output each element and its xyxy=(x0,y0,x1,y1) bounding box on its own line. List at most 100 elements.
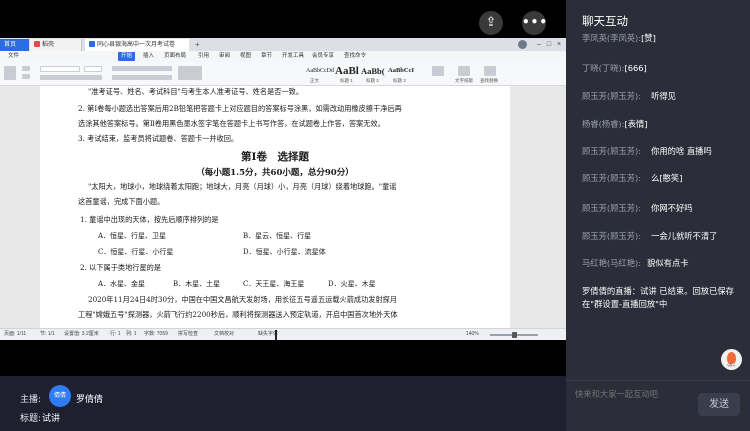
wps-menu-reference: 引用 xyxy=(198,53,210,59)
wps-ribbon: AaBbCcDd 正文 AaBl 标题 1 AaBb( 标题 2 AaBbCcI… xyxy=(0,62,566,86)
maximize-icon: □ xyxy=(546,41,552,48)
wps-user-avatar xyxy=(518,40,527,49)
font-format-icons xyxy=(40,75,102,80)
q1-option-b: B．星云、恒星、行星 xyxy=(243,232,312,240)
chat-divider xyxy=(566,380,750,381)
doc-line: "准考证号、姓名、考试科目"与考生本人准考证号、姓名是否一致。 xyxy=(88,87,304,96)
chat-sender: 顾玉芳(顾玉芳): xyxy=(582,203,642,213)
status-col: 列: 1 xyxy=(126,331,137,337)
chat-sender: 顾玉芳(顾玉芳): xyxy=(582,146,642,156)
font-family-select xyxy=(40,66,80,72)
chat-text: 貌似有点卡 xyxy=(647,258,689,268)
wps-tab-label: 稻壳 xyxy=(42,42,55,48)
wps-menu-search: 查找命令 xyxy=(344,53,367,59)
style-h1-sample: AaBl xyxy=(335,65,359,77)
send-button[interactable]: 发送 xyxy=(698,393,740,416)
status-position: 设置值: 3.2厘米 xyxy=(64,331,99,337)
chat-message: 丁晓(丁晓):[666] xyxy=(582,62,748,75)
chat-input[interactable] xyxy=(575,388,685,400)
chat-message: 顾玉芳(顾玉芳): 听得见 xyxy=(582,90,748,103)
wps-tab-document: 同心县银海高中一次月考试卷 xyxy=(85,39,189,51)
copy-icon xyxy=(22,74,30,79)
q2-option-c: C．天王星、海王星 xyxy=(243,280,305,288)
text-layout-label: 文字排版 xyxy=(455,78,473,83)
paste-icon xyxy=(4,66,16,80)
status-words: 字数: 7059 xyxy=(144,331,168,337)
cut-icon xyxy=(22,66,30,71)
wps-tab-docer: 稻壳 xyxy=(30,39,82,51)
like-count: 99+ xyxy=(727,363,736,368)
chat-message: 顾玉芳(顾玉芳): 么[憨笑] xyxy=(582,172,748,185)
wps-window-controls: – □ × xyxy=(534,38,564,51)
font-size-select xyxy=(84,66,102,72)
doc-line: 2020年11月24日4时30分，中国在中国文昌航天发射场，用长征五号遥五运载火… xyxy=(88,295,398,304)
chat-message: 顾玉芳(顾玉芳): 一会儿就听不清了 xyxy=(582,230,748,243)
wps-tab-label: 同心县银海高中一次月考试卷 xyxy=(97,42,176,48)
style-h3-sample: AaBbCcI xyxy=(388,67,415,74)
question-1: 1. 童谣中出现的天体，按先后顺序排列的是 xyxy=(80,215,219,224)
chat-message: 马红艳(马红艳): 貌似有点卡 xyxy=(582,257,748,270)
text-layout-icon xyxy=(458,66,470,76)
q2-option-a: A．水星、金星 xyxy=(98,280,146,288)
document-page: "准考证号、姓名、考试科目"与考生本人准考证号、姓名是否一致。 2. 第Ⅰ卷每小… xyxy=(40,86,510,328)
word-doc-icon xyxy=(89,41,95,47)
q2-option-b: B．木星、土星 xyxy=(173,280,221,288)
style-h2-sample: AaBb( xyxy=(361,66,385,76)
wps-menu-file: 文件 xyxy=(8,53,20,59)
chat-text: [表情] xyxy=(624,119,648,129)
chat-message-list[interactable]: 李凤英(李凤英):[赞] 丁晓(丁晓):[666] 顾玉芳(顾玉芳): 听得见 杨… xyxy=(566,30,750,370)
doc-section-subtitle: （每小题1.5分，共60小题，总分90分） xyxy=(196,168,354,178)
wps-menu-developer: 开发工具 xyxy=(282,53,305,59)
wps-menu-layout: 页面布局 xyxy=(164,53,187,59)
share-icon[interactable]: ⇪ xyxy=(479,11,503,35)
chat-message: 杨睿(杨睿):[表情] xyxy=(582,118,748,131)
question-2: 2. 以下属于类地行星的是 xyxy=(80,263,162,272)
minimize-icon: – xyxy=(537,41,541,48)
chat-message: 顾玉芳(顾玉芳): 你用的啥 直播吗 xyxy=(582,145,748,158)
wps-tab-bar: 首页 稻壳 同心县银海高中一次月考试卷 + – □ × xyxy=(0,38,566,51)
status-line: 行: 1 xyxy=(110,331,121,337)
doc-line: 工程"嫦娥五号"探测器，火箭飞行约2200秒后，顺利将探测器送入预定轨道，开启中… xyxy=(78,310,398,319)
mouse-cursor-icon xyxy=(275,330,277,340)
wps-tab-home: 首页 xyxy=(0,39,29,51)
screen-share-video[interactable]: 首页 稻壳 同心县银海高中一次月考试卷 + – □ × 文件 开始 插入 页面布局 … xyxy=(0,0,566,376)
doc-section-title: 第Ⅰ卷 选择题 xyxy=(241,151,309,163)
chat-sender: 杨睿(杨睿): xyxy=(582,119,625,129)
zoom-slider-knob xyxy=(512,332,517,338)
status-zoom: 140% xyxy=(466,331,479,337)
chat-sender: 顾玉芳(顾玉芳): xyxy=(582,173,642,183)
host-name: 罗倩倩 xyxy=(76,395,104,405)
close-icon: × xyxy=(556,41,562,48)
stream-title: 试讲 xyxy=(42,414,61,424)
status-page: 页面: 1/11 xyxy=(4,331,27,337)
chat-panel-title: 聊天互动 xyxy=(582,14,628,28)
wps-menu-member: 会员专享 xyxy=(312,53,335,59)
status-spell-check: 拼写检查 xyxy=(178,331,199,337)
title-label: 标题: xyxy=(20,414,42,424)
wps-menu-chapter: 章节 xyxy=(261,53,273,59)
chat-sender: 顾玉芳(顾玉芳): xyxy=(582,231,642,241)
style-normal-caption: 正文 xyxy=(310,78,319,83)
chat-sender: 顾玉芳(顾玉芳): xyxy=(582,91,642,101)
like-button[interactable]: 99+ xyxy=(721,349,742,370)
paragraph-icons xyxy=(112,66,172,71)
wps-menu-insert: 插入 xyxy=(143,53,155,59)
find-replace-icon xyxy=(484,66,496,76)
host-label: 主播: xyxy=(20,395,42,405)
more-format-icons xyxy=(178,66,202,80)
chat-text: 么[憨笑] xyxy=(651,173,683,183)
chat-text: 一会儿就听不清了 xyxy=(651,231,718,241)
chat-text: [666] xyxy=(624,63,647,73)
doc-line: 选涂其他答案标号。第Ⅱ卷用黑色墨水签字笔在答题卡上书写作答，在试题卷上作答，答案… xyxy=(78,119,385,128)
chat-sender: 李凤英(李凤英): xyxy=(582,33,642,43)
wps-menu-start: 开始 xyxy=(118,52,136,61)
more-options-icon[interactable]: ••• xyxy=(522,11,547,35)
docer-icon xyxy=(34,41,40,47)
chat-message: 顾玉芳(顾玉芳): 你网不好吗 xyxy=(582,202,748,215)
new-tab-icon: + xyxy=(195,40,200,49)
wps-menu-bar: 文件 开始 插入 页面布局 引用 审阅 视图 章节 开发工具 会员专享 查找命令 xyxy=(0,51,566,62)
q1-option-c: C．恒星、行星、小行星 xyxy=(98,248,174,256)
chat-text: 你网不好吗 xyxy=(651,203,693,213)
style-h2-caption: 标题 2 xyxy=(366,78,379,83)
doc-line: 2. 第Ⅰ卷每小题选出答案后用2B铅笔把答题卡上对应题目的答案标号涂黑，如需改动… xyxy=(78,104,402,113)
